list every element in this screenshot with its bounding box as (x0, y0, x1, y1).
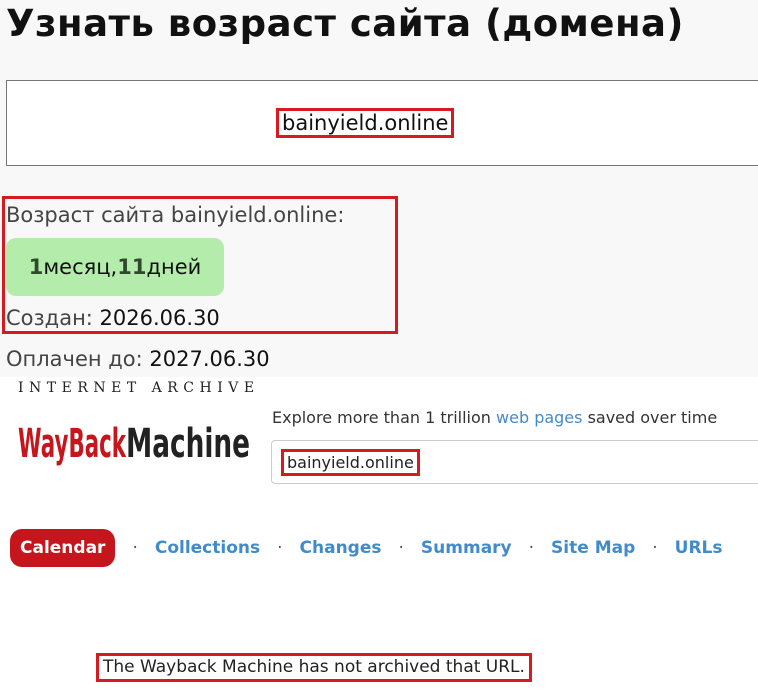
tagline-prefix: Explore more than 1 trillion (272, 408, 497, 427)
page-title: Узнать возраст сайта (домена) (6, 2, 684, 45)
paid-until-date: Оплачен до: 2027.06.30 (6, 347, 270, 371)
created-value: 2026.06.30 (99, 306, 220, 330)
wayback-tagline: Explore more than 1 trillion web pages s… (272, 408, 717, 427)
tab-changes[interactable]: Changes (300, 538, 382, 558)
wayback-logo-wayback: WayBack (18, 421, 127, 467)
tab-site-map[interactable]: Site Map (551, 538, 635, 558)
tab-calendar[interactable]: Calendar (10, 529, 116, 567)
age-result-label: Возраст сайта bainyield.online: (6, 203, 345, 227)
wayback-tabs: Calendar · Collections · Changes · Summa… (10, 529, 723, 567)
wayback-machine-logo[interactable]: WayBack Machine (18, 399, 250, 467)
tab-summary[interactable]: Summary (421, 538, 512, 558)
age-months-unit: месяц, (43, 255, 118, 279)
tab-separator: · (528, 538, 535, 558)
tab-separator: · (132, 538, 138, 558)
domain-input-value[interactable]: bainyield.online (276, 108, 455, 138)
wayback-search-value[interactable]: bainyield.online (281, 449, 420, 476)
not-archived-message: The Wayback Machine has not archived tha… (96, 653, 532, 682)
created-date: Создан: 2026.06.30 (6, 306, 220, 330)
tab-separator: · (277, 538, 283, 558)
age-badge: 1 месяц, 11 дней (6, 238, 224, 296)
tab-collections[interactable]: Collections (155, 538, 260, 558)
tab-separator: · (652, 538, 658, 558)
age-days: 11 (117, 255, 147, 279)
age-days-unit: дней (146, 255, 202, 279)
web-pages-link[interactable]: web pages (496, 408, 582, 427)
internet-archive-logo-text: INTERNET ARCHIVE (18, 380, 260, 396)
paid-label: Оплачен до: (6, 347, 150, 371)
age-months: 1 (28, 255, 44, 279)
paid-value: 2027.06.30 (149, 347, 270, 371)
wayback-logo-machine: Machine (126, 421, 250, 467)
tab-urls[interactable]: URLs (675, 538, 723, 558)
tagline-suffix: saved over time (582, 408, 718, 427)
tab-separator: · (398, 538, 404, 558)
created-label: Создан: (6, 306, 100, 330)
